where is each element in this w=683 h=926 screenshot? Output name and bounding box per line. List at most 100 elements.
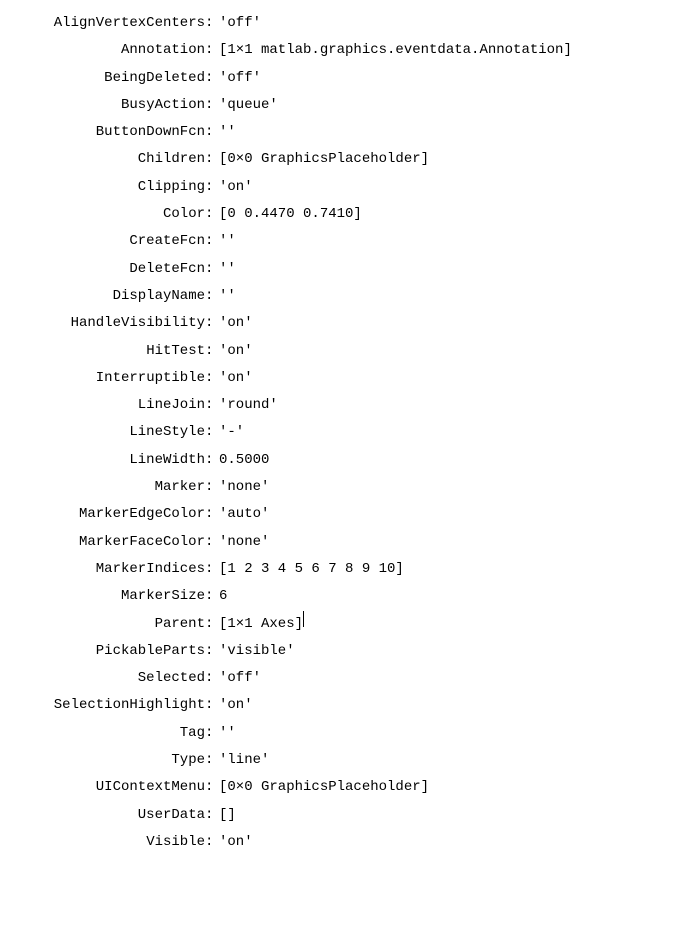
property-name: AlignVertexCenters [0,10,205,37]
property-name: DisplayName [0,283,205,310]
property-name: SelectionHighlight [0,692,205,719]
property-name: MarkerFaceColor [0,529,205,556]
property-row: BusyAction: 'queue' [0,92,683,119]
property-colon: : [205,92,219,119]
property-value: 'on' [219,310,253,337]
property-colon: : [205,665,219,692]
property-name: Color [0,201,205,228]
property-row: Visible: 'on' [0,829,683,856]
property-colon: : [205,692,219,719]
property-row: Annotation: [1×1 matlab.graphics.eventda… [0,37,683,64]
property-colon: : [205,283,219,310]
property-name: PickableParts [0,638,205,665]
property-row: Marker: 'none' [0,474,683,501]
property-row: MarkerFaceColor: 'none' [0,529,683,556]
property-colon: : [205,256,219,283]
property-row: AlignVertexCenters: 'off' [0,10,683,37]
property-value: [0×0 GraphicsPlaceholder] [219,146,429,173]
property-name: Interruptible [0,365,205,392]
property-row: ButtonDownFcn: '' [0,119,683,146]
property-value: 'none' [219,474,269,501]
property-name: HandleVisibility [0,310,205,337]
property-row: PickableParts: 'visible' [0,638,683,665]
property-colon: : [205,228,219,255]
property-colon: : [205,338,219,365]
property-value: 'on' [219,829,253,856]
property-value: 6 [219,583,227,610]
property-value: [0×0 GraphicsPlaceholder] [219,774,429,801]
property-list: AlignVertexCenters: 'off'Annotation: [1×… [0,10,683,856]
property-row: LineStyle: '-' [0,419,683,446]
property-value: '' [219,283,236,310]
property-value: 'off' [219,665,261,692]
property-row: MarkerIndices: [1 2 3 4 5 6 7 8 9 10] [0,556,683,583]
property-value: [0 0.4470 0.7410] [219,201,362,228]
property-name: Marker [0,474,205,501]
property-name: MarkerIndices [0,556,205,583]
property-value: '' [219,119,236,146]
property-colon: : [205,447,219,474]
property-colon: : [205,829,219,856]
property-name: CreateFcn [0,228,205,255]
property-colon: : [205,310,219,337]
property-row: Parent: [1×1 Axes] [0,611,683,638]
property-value: 'round' [219,392,278,419]
property-name: Selected [0,665,205,692]
property-value: '' [219,228,236,255]
property-name: Children [0,146,205,173]
property-name: LineWidth [0,447,205,474]
property-row: CreateFcn: '' [0,228,683,255]
property-row: DisplayName: '' [0,283,683,310]
property-name: UserData [0,802,205,829]
property-row: Clipping: 'on' [0,174,683,201]
property-name: UIContextMenu [0,774,205,801]
property-colon: : [205,365,219,392]
property-value: 0.5000 [219,447,269,474]
property-value: 'off' [219,65,261,92]
property-name: Parent [0,611,205,638]
property-value: 'on' [219,365,253,392]
property-colon: : [205,10,219,37]
property-colon: : [205,474,219,501]
property-name: MarkerSize [0,583,205,610]
property-colon: : [205,638,219,665]
property-value: 'none' [219,529,269,556]
property-row: HitTest: 'on' [0,338,683,365]
property-row: DeleteFcn: '' [0,256,683,283]
property-value: '' [219,720,236,747]
property-row: UserData: [] [0,802,683,829]
property-row: Tag: '' [0,720,683,747]
property-row: Children: [0×0 GraphicsPlaceholder] [0,146,683,173]
property-name: BusyAction [0,92,205,119]
property-row: Selected: 'off' [0,665,683,692]
property-colon: : [205,774,219,801]
property-colon: : [205,529,219,556]
property-colon: : [205,747,219,774]
property-value: 'off' [219,10,261,37]
property-value: '' [219,256,236,283]
property-row: BeingDeleted: 'off' [0,65,683,92]
property-row: MarkerSize: 6 [0,583,683,610]
property-value: 'on' [219,174,253,201]
property-colon: : [205,37,219,64]
property-colon: : [205,146,219,173]
property-row: HandleVisibility: 'on' [0,310,683,337]
property-name: LineStyle [0,419,205,446]
property-value: 'auto' [219,501,269,528]
property-row: Interruptible: 'on' [0,365,683,392]
property-name: Visible [0,829,205,856]
property-row: Color: [0 0.4470 0.7410] [0,201,683,228]
property-value: [1×1 matlab.graphics.eventdata.Annotatio… [219,37,572,64]
property-row: UIContextMenu: [0×0 GraphicsPlaceholder] [0,774,683,801]
property-name: Tag [0,720,205,747]
property-value: 'on' [219,338,253,365]
property-colon: : [205,419,219,446]
property-colon: : [205,392,219,419]
property-name: ButtonDownFcn [0,119,205,146]
property-colon: : [205,174,219,201]
property-row: MarkerEdgeColor: 'auto' [0,501,683,528]
property-colon: : [205,611,219,638]
property-value: 'queue' [219,92,278,119]
property-colon: : [205,720,219,747]
property-name: DeleteFcn [0,256,205,283]
